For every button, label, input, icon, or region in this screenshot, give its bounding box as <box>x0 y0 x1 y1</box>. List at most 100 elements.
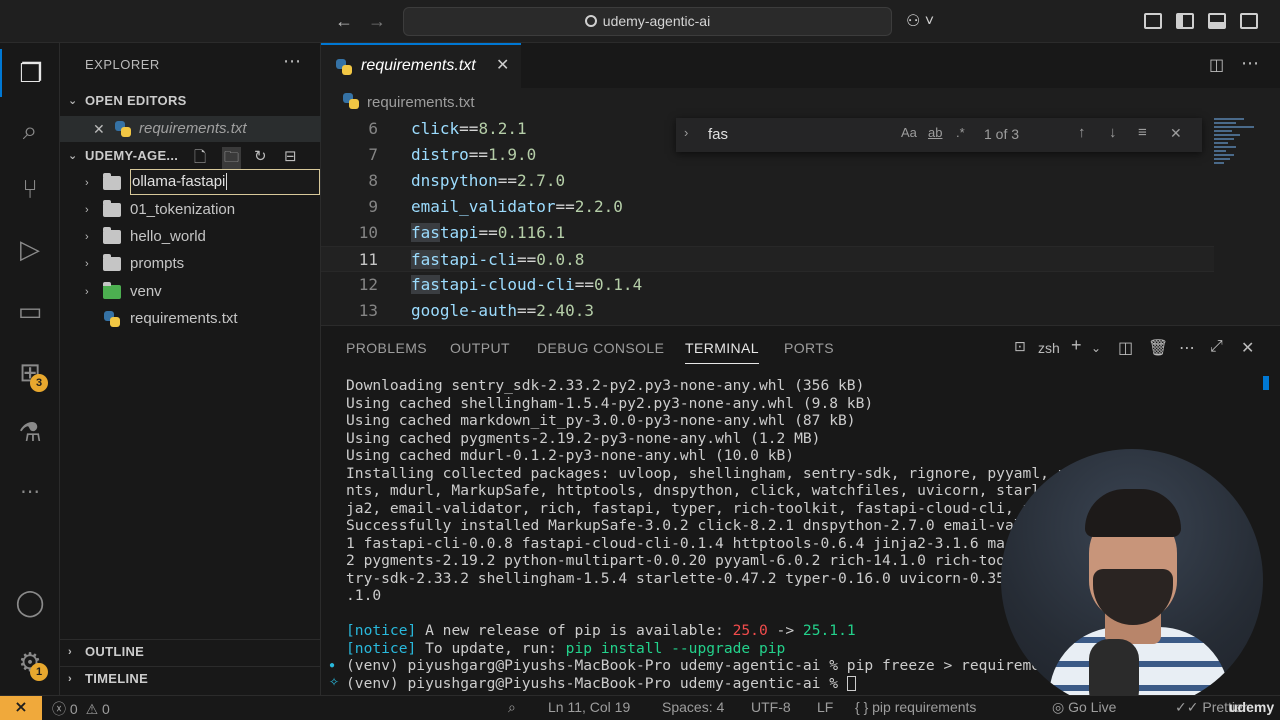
warning-icon: ⚠ <box>85 701 99 717</box>
match-case-toggle[interactable]: Aa <box>901 125 917 140</box>
settings-gear-icon[interactable]: ⚙ <box>0 638 60 686</box>
forward-arrow-icon[interactable]: → <box>366 10 388 32</box>
more-actions-icon[interactable]: ⋯ <box>1241 53 1259 74</box>
minimap[interactable] <box>1214 116 1264 170</box>
refresh-icon[interactable]: ↻ <box>254 147 267 165</box>
current-code-line[interactable]: 11 fastapi-cli==0.0.8 <box>321 246 1214 272</box>
copilot-icon[interactable]: ⚇ ˅ <box>906 11 942 31</box>
pip-notice-line: [notice] To update, run: pip install --u… <box>346 639 786 657</box>
tab-problems[interactable]: PROBLEMS <box>346 340 427 356</box>
tab-output[interactable]: OUTPUT <box>450 340 510 356</box>
close-panel-icon[interactable]: ✕ <box>1241 338 1254 358</box>
language-mode[interactable]: { } pip requirements <box>855 699 976 715</box>
pip-notice-line: [notice] A new release of pip is availab… <box>346 622 856 639</box>
extensions-icon[interactable]: ⊞ <box>0 348 60 396</box>
open-editor-item[interactable]: ✕ requirements.txt <box>60 116 321 142</box>
regex-toggle[interactable]: .* <box>956 125 965 140</box>
python-file-icon <box>104 311 122 327</box>
search-icon <box>584 15 597 27</box>
toggle-secondary-sidebar-icon[interactable] <box>1240 11 1260 31</box>
match-count: 1 of 3 <box>984 126 1020 142</box>
tree-item-hello_world[interactable]: › hello_world <box>60 224 321 250</box>
toggle-replace-icon[interactable]: › <box>684 125 688 140</box>
workspace-header[interactable]: ⌄ UDEMY-AGE... <box>60 144 321 168</box>
tree-item-01_tokenization[interactable]: › 01_tokenization <box>60 197 321 223</box>
python-file-icon <box>336 59 354 75</box>
outline-header[interactable]: › OUTLINE <box>60 639 321 663</box>
terminal-scroll-marker <box>1263 376 1269 390</box>
chevron-right-icon: › <box>68 646 72 658</box>
toggle-panel-icon[interactable] <box>1208 11 1228 31</box>
new-terminal-icon[interactable]: + <box>1071 335 1082 356</box>
toggle-primary-sidebar-icon[interactable] <box>1176 11 1196 31</box>
chevron-right-icon: › <box>85 286 89 298</box>
folder-icon <box>103 227 121 244</box>
next-match-icon[interactable]: ↓ <box>1109 124 1117 141</box>
more-icon[interactable]: ⋯ <box>0 467 60 515</box>
remote-explorer-icon[interactable]: ▭ <box>0 287 60 335</box>
more-actions-icon[interactable]: ⋯ <box>1179 338 1195 358</box>
source-control-icon[interactable]: ⑂ <box>0 165 60 213</box>
find-match-highlight: fas <box>411 223 440 242</box>
maximize-panel-icon[interactable]: ⤢ <box>1210 338 1223 356</box>
search-icon[interactable]: ⌕ <box>0 107 60 155</box>
encoding[interactable]: UTF-8 <box>751 699 791 715</box>
end-of-line[interactable]: LF <box>817 699 833 715</box>
collapse-all-icon[interactable]: ⊟ <box>284 147 297 165</box>
cursor-position[interactable]: Ln 11, Col 19 <box>548 699 630 715</box>
shell-label[interactable]: zsh <box>1038 340 1060 356</box>
terminal-prompt-current: (venv) piyushgarg@Piyushs-MacBook-Pro ud… <box>346 675 856 693</box>
breadcrumb[interactable]: requirements.txt <box>343 93 475 111</box>
chevron-right-icon: › <box>68 673 72 685</box>
double-check-icon: ✓✓ <box>1175 699 1199 715</box>
chevron-down-icon[interactable]: ⌄ <box>1091 341 1101 355</box>
open-editors-header[interactable]: ⌄ OPEN EDITORS <box>60 89 321 113</box>
tab-debug-console[interactable]: DEBUG CONSOLE <box>537 340 664 356</box>
webcam-overlay <box>1001 449 1263 711</box>
close-find-icon[interactable]: ✕ <box>1170 125 1182 142</box>
run-debug-icon[interactable]: ▷ <box>0 225 60 273</box>
command-center-search[interactable]: udemy-agentic-ai <box>403 7 892 36</box>
indentation[interactable]: Spaces: 4 <box>662 699 724 715</box>
tree-item-requirements[interactable]: requirements.txt <box>60 306 321 332</box>
go-live[interactable]: ◎ Go Live <box>1052 699 1116 716</box>
remote-indicator-icon[interactable]: ⨯ <box>0 696 42 720</box>
whole-word-toggle[interactable]: ab <box>928 125 942 140</box>
code-line[interactable]: 10 fastapi==0.116.1 <box>321 220 1214 246</box>
back-arrow-icon[interactable]: ← <box>333 10 355 32</box>
customize-layout-icon[interactable] <box>1144 11 1164 31</box>
tree-item-prompts[interactable]: › prompts <box>60 251 321 277</box>
zoom-icon[interactable]: ⌕ <box>508 699 516 716</box>
code-line[interactable]: 13 google-auth==2.40.3 <box>321 298 1214 324</box>
code-line[interactable]: 12 fastapi-cloud-cli==0.1.4 <box>321 272 1214 298</box>
split-terminal-icon[interactable]: ◫ <box>1118 338 1133 358</box>
error-icon: ⓧ <box>52 701 66 717</box>
tree-item-venv[interactable]: › venv <box>60 279 321 305</box>
more-actions-icon[interactable]: ⋯ <box>283 51 301 72</box>
tab-ports[interactable]: PORTS <box>784 340 834 356</box>
chevron-right-icon: › <box>85 177 89 189</box>
find-in-selection-icon[interactable]: ≡ <box>1138 124 1147 141</box>
accounts-icon[interactable]: ◯ <box>0 578 60 626</box>
tab-label: requirements.txt <box>361 57 476 74</box>
split-editor-icon[interactable]: ◫ <box>1209 55 1224 75</box>
rename-input[interactable]: ollama-fastapi <box>130 169 320 195</box>
find-widget: › fas Aa ab .* 1 of 3 ↑ ↓ ≡ ✕ <box>676 118 1202 152</box>
tab-requirements[interactable]: requirements.txt ✕ <box>321 43 521 88</box>
braces-icon: { } <box>855 699 869 715</box>
code-line[interactable]: 9 email_validator==2.2.0 <box>321 194 1214 220</box>
testing-icon[interactable]: ⚗ <box>0 408 60 456</box>
close-tab-icon[interactable]: ✕ <box>496 55 509 75</box>
terminal-cursor <box>846 675 856 691</box>
tab-terminal[interactable]: TERMINAL <box>685 340 759 364</box>
previous-match-icon[interactable]: ↑ <box>1078 124 1086 141</box>
problems-status[interactable]: ⓧ 0 ⚠ 0 <box>52 699 110 719</box>
chevron-right-icon: › <box>85 258 89 270</box>
close-icon[interactable]: ✕ <box>93 116 105 142</box>
timeline-header[interactable]: › TIMELINE <box>60 666 321 690</box>
explorer-icon[interactable]: ❐ <box>0 49 60 97</box>
code-line[interactable]: 8 dnspython==2.7.0 <box>321 168 1214 194</box>
trash-icon[interactable]: 🗑 <box>1148 338 1168 358</box>
folder-icon <box>103 254 121 271</box>
folder-icon <box>103 200 121 217</box>
